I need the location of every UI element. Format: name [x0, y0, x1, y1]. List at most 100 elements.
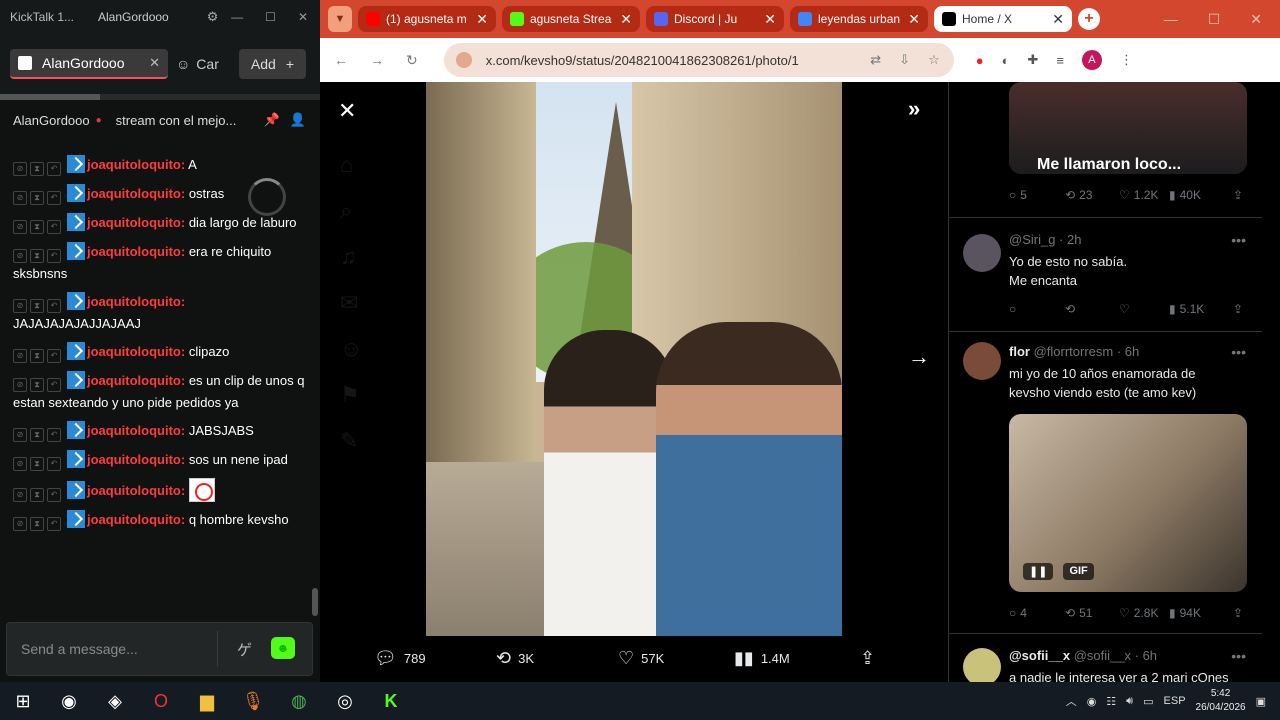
share-icon[interactable]: ⇪ — [1233, 302, 1243, 316]
reply-handle[interactable]: @florrtorresm — [1034, 344, 1114, 359]
user-icon[interactable]: 👤 — [290, 112, 306, 128]
maximize-icon[interactable]: ☐ — [265, 10, 276, 24]
views-count-item[interactable]: ▮ 5.1K — [1169, 302, 1233, 316]
obs-icon[interactable]: ◎ — [322, 682, 368, 720]
notifications-icon[interactable]: ▣ — [1256, 695, 1266, 708]
repost-button[interactable]: ⟲ 3K — [496, 648, 618, 669]
reply-icon[interactable]: ↶ — [47, 428, 61, 442]
timeout-icon[interactable]: ⧗ — [30, 428, 44, 442]
views-count-item[interactable]: ▮ 40K — [1169, 188, 1233, 202]
timeout-icon[interactable]: ⧗ — [30, 378, 44, 392]
kick-icon[interactable]: K — [368, 682, 414, 720]
heart-icon[interactable]: ♡ — [1119, 302, 1169, 316]
close-tab-icon[interactable]: ✕ — [764, 11, 776, 28]
bookmark-star-icon[interactable]: ☆ — [928, 52, 940, 68]
ban-icon[interactable]: ⊘ — [13, 299, 27, 313]
timeout-icon[interactable]: ⧗ — [30, 162, 44, 176]
avatar[interactable] — [963, 342, 1001, 380]
pause-icon[interactable]: ❚❚ — [1023, 563, 1054, 580]
profile-avatar[interactable]: A — [1081, 50, 1102, 70]
views-count-item[interactable]: ▮ 94K — [1169, 606, 1233, 620]
ban-icon[interactable]: ⊘ — [13, 488, 27, 502]
tab-alangordooo[interactable]: AlanGordooo ✕ — [10, 49, 168, 79]
reply-media[interactable]: Me llamaron loco... — [1009, 82, 1247, 174]
close-viewer-icon[interactable]: ✕ — [338, 98, 356, 124]
chevron-up-icon[interactable]: ︿ — [1066, 693, 1077, 709]
timeout-icon[interactable]: ⧗ — [30, 220, 44, 234]
chrome-icon[interactable]: ◍ — [276, 682, 322, 720]
new-tab-button[interactable]: + — [1078, 8, 1100, 30]
folder-icon[interactable]: ▆ — [184, 682, 230, 720]
chat-username[interactable]: joaquitoloquito: — [87, 512, 185, 527]
reply-gif[interactable]: ❚❚ GIF — [1009, 414, 1247, 592]
reply-item[interactable]: @Siri_g · 2h ••• Yo de esto no sabía. Me… — [949, 218, 1262, 332]
steam-tray-icon[interactable]: ◉ — [1087, 695, 1097, 708]
browser-tab[interactable]: Home / X ✕ — [934, 6, 1072, 32]
like-count-item[interactable]: ♡ 1.2K — [1119, 188, 1169, 202]
reply-item[interactable]: flor @florrtorresm · 6h ••• mi yo de 10 … — [949, 332, 1262, 634]
tab-search-icon[interactable]: ▼ — [328, 6, 352, 32]
browser-tab[interactable]: agusneta Strea ✕ — [502, 6, 640, 32]
chat-username[interactable]: joaquitoloquito: — [87, 186, 185, 201]
reply-icon[interactable]: ↶ — [47, 378, 61, 392]
reply-item[interactable]: Me llamaron loco... ○ 5 ⟲ 23 ♡ 1.2K ▮ 40K ⇪ — [949, 82, 1262, 218]
chat-username[interactable]: joaquitoloquito: — [87, 294, 185, 309]
more-icon[interactable]: ••• — [1231, 344, 1246, 360]
minimize-icon[interactable]: — — [1164, 11, 1178, 28]
reply-handle[interactable]: @sofii__x — [1074, 648, 1131, 663]
opera-icon[interactable]: O — [138, 682, 184, 720]
translate-icon[interactable]: ゲ — [237, 639, 252, 660]
microphone-icon[interactable]: 🎙︎ — [230, 682, 276, 720]
chat-username[interactable]: joaquitoloquito: — [87, 344, 185, 359]
display-icon[interactable]: ▭ — [1143, 695, 1153, 708]
timeout-icon[interactable]: ⧗ — [30, 349, 44, 363]
gear-icon[interactable]: ⚙ — [207, 9, 219, 25]
views-button[interactable]: ▮▮ 1.4M — [734, 648, 860, 669]
volume-icon[interactable]: 🔊︎ — [1126, 695, 1133, 708]
ban-icon[interactable]: ⊘ — [13, 457, 27, 471]
extension-icon[interactable]: ◐ — [1002, 53, 1010, 68]
close-tab-icon[interactable]: ✕ — [620, 11, 632, 28]
minimize-icon[interactable]: — — [231, 10, 243, 24]
network-icon[interactable]: ☷ — [1106, 695, 1116, 708]
keyboard-language[interactable]: ESP — [1164, 695, 1186, 707]
chat-scrollbar[interactable] — [312, 588, 318, 616]
maximize-icon[interactable]: ☐ — [1208, 11, 1221, 28]
tab-second[interactable]: ☺ Car — [176, 56, 219, 72]
chat-username[interactable]: joaquitoloquito: — [87, 244, 185, 259]
next-photo-icon[interactable]: → — [908, 344, 930, 370]
reply-icon[interactable]: ↶ — [47, 517, 61, 531]
reply-icon[interactable]: ↶ — [47, 220, 61, 234]
ban-icon[interactable]: ⊘ — [13, 191, 27, 205]
reply-icon[interactable]: ↶ — [47, 457, 61, 471]
clock[interactable]: 5:42 26/04/2026 — [1196, 687, 1246, 715]
share-icon[interactable]: ⇪ — [1233, 188, 1243, 202]
reply-handle[interactable]: @Siri_g — [1009, 232, 1055, 247]
site-info-icon[interactable] — [455, 52, 472, 68]
puzzle-icon[interactable]: ✚ — [1027, 52, 1038, 68]
browser-tab[interactable]: Discord | Ju ✕ — [646, 6, 784, 32]
reply-icon[interactable]: ↶ — [47, 249, 61, 263]
browser-tab[interactable]: (1) agusneta m ✕ — [358, 6, 496, 32]
timeout-icon[interactable]: ⧗ — [30, 191, 44, 205]
message-input[interactable]: Send a message... ゲ ☻ — [6, 622, 313, 676]
reply-icon[interactable]: ↶ — [47, 162, 61, 176]
reply-count-item[interactable]: ○ 5 — [1009, 188, 1065, 202]
repost-count-item[interactable]: ⟲ 51 — [1065, 606, 1119, 620]
windows-start-icon[interactable]: ⊞ — [0, 682, 46, 720]
reply-icon[interactable]: ↶ — [47, 349, 61, 363]
reply-item[interactable]: @sofii__x @sofii__x · 6h ••• a nadie le … — [949, 634, 1262, 682]
like-count-item[interactable]: ♡ 2.8K — [1119, 606, 1169, 620]
ban-icon[interactable]: ⊘ — [13, 249, 27, 263]
post-photo[interactable] — [426, 82, 842, 636]
reply-icon[interactable]: ↶ — [47, 488, 61, 502]
like-button[interactable]: ♡ 57K — [618, 648, 734, 669]
ban-icon[interactable]: ⊘ — [13, 378, 27, 392]
chat-username[interactable]: joaquitoloquito: — [87, 373, 185, 388]
chat-username[interactable]: joaquitoloquito: — [87, 157, 185, 172]
media-icon[interactable]: ≡ — [1056, 53, 1064, 68]
repost-count-item[interactable]: ⟲ 23 — [1065, 188, 1119, 202]
reply-icon[interactable]: ↶ — [47, 191, 61, 205]
opera-extension-icon[interactable]: ● — [976, 53, 984, 68]
close-icon[interactable]: ✕ — [298, 10, 308, 24]
